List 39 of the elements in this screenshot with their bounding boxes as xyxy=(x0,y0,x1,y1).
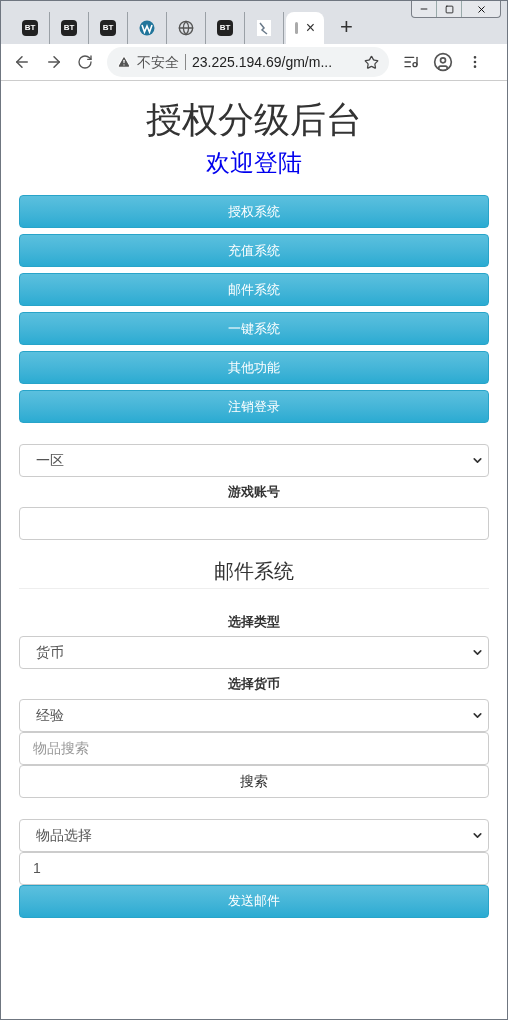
media-icon[interactable] xyxy=(403,54,419,70)
url-text: 23.225.194.69/gm/m... xyxy=(192,52,333,72)
globe-icon xyxy=(178,20,194,36)
browser-tab[interactable]: BT xyxy=(89,12,128,44)
browser-tab[interactable]: BT xyxy=(50,12,89,44)
browser-tab[interactable]: BT xyxy=(206,12,245,44)
browser-tab[interactable]: BT xyxy=(11,12,50,44)
bt-favicon: BT xyxy=(100,20,116,36)
search-button[interactable]: 搜索 xyxy=(19,764,489,798)
field-label: 选择类型 xyxy=(227,612,281,631)
section-heading: 邮件系统 xyxy=(214,558,294,584)
warning-icon xyxy=(117,55,131,69)
browser-tab[interactable]: × xyxy=(286,12,324,44)
security-label: 不安全 xyxy=(137,52,179,72)
image-favicon xyxy=(257,20,271,36)
page-title: 授权分级后台 xyxy=(145,98,363,142)
back-icon[interactable] xyxy=(13,53,31,71)
close-tab-button[interactable]: × xyxy=(305,20,316,36)
bt-favicon: BT xyxy=(61,20,77,36)
dropdown-select[interactable]: 经验 xyxy=(19,698,489,732)
input-field[interactable] xyxy=(19,506,489,540)
reload-icon[interactable] xyxy=(77,54,93,70)
field-label: 游戏账号 xyxy=(227,483,281,501)
forward-icon[interactable] xyxy=(45,53,63,71)
dropdown-select[interactable]: 一区 xyxy=(19,444,489,477)
bt-favicon: BT xyxy=(22,20,38,36)
dropdown-select[interactable]: 货币 xyxy=(19,636,489,669)
dropdown-select[interactable]: 物品选择 xyxy=(19,818,489,852)
welcome-text: 欢迎登陆 xyxy=(205,148,303,178)
bt-favicon: BT xyxy=(217,20,233,36)
input-field[interactable]: 物品搜索 xyxy=(19,731,489,765)
input-field[interactable]: 1 xyxy=(19,851,489,885)
favicon-icon xyxy=(294,22,298,34)
address-bar[interactable]: 不安全 23.225.194.69/gm/m... xyxy=(107,47,389,77)
wordpress-icon xyxy=(139,20,155,36)
profile-icon[interactable] xyxy=(433,52,453,72)
bookmark-star-icon[interactable] xyxy=(364,54,379,70)
new-tab-button[interactable]: + xyxy=(340,16,353,38)
field-label: 选择货币 xyxy=(227,675,281,693)
